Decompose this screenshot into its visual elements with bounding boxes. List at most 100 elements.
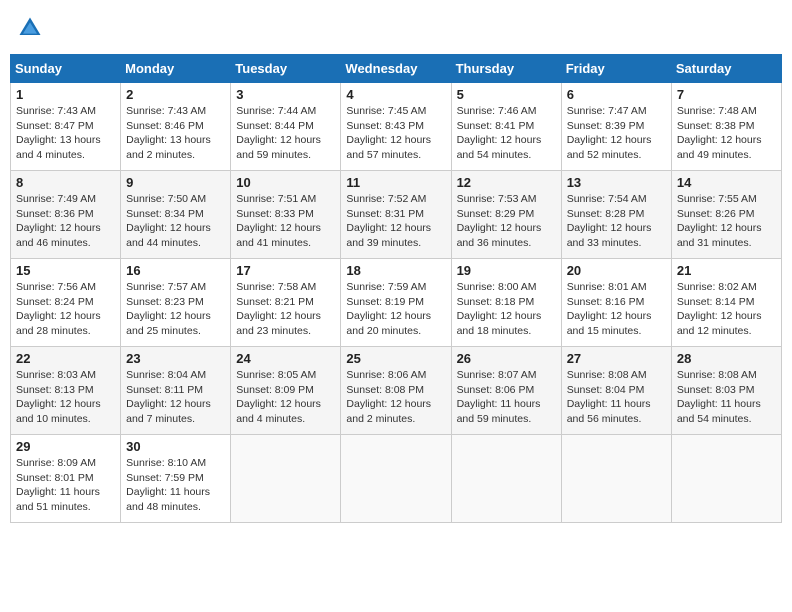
sunset-label: Sunset: 8:33 PM — [236, 208, 314, 220]
sunset-label: Sunset: 8:04 PM — [567, 384, 645, 396]
sunrise-label: Sunrise: 8:00 AM — [457, 281, 537, 293]
daylight-label: Daylight: 12 hours and 52 minutes. — [567, 134, 652, 161]
col-header-sunday: Sunday — [11, 55, 121, 83]
sunset-label: Sunset: 8:18 PM — [457, 296, 535, 308]
col-header-thursday: Thursday — [451, 55, 561, 83]
cell-content: Sunrise: 8:05 AM Sunset: 8:09 PM Dayligh… — [236, 368, 335, 427]
day-cell: 23 Sunrise: 8:04 AM Sunset: 8:11 PM Dayl… — [121, 347, 231, 435]
day-number: 23 — [126, 351, 225, 366]
day-number: 19 — [457, 263, 556, 278]
cell-content: Sunrise: 7:51 AM Sunset: 8:33 PM Dayligh… — [236, 192, 335, 251]
day-cell — [671, 435, 781, 523]
sunrise-label: Sunrise: 8:08 AM — [567, 369, 647, 381]
col-header-monday: Monday — [121, 55, 231, 83]
daylight-label: Daylight: 12 hours and 44 minutes. — [126, 222, 211, 249]
week-row-1: 1 Sunrise: 7:43 AM Sunset: 8:47 PM Dayli… — [11, 83, 782, 171]
cell-content: Sunrise: 7:49 AM Sunset: 8:36 PM Dayligh… — [16, 192, 115, 251]
week-row-2: 8 Sunrise: 7:49 AM Sunset: 8:36 PM Dayli… — [11, 171, 782, 259]
cell-content: Sunrise: 7:46 AM Sunset: 8:41 PM Dayligh… — [457, 104, 556, 163]
cell-content: Sunrise: 7:54 AM Sunset: 8:28 PM Dayligh… — [567, 192, 666, 251]
day-cell: 12 Sunrise: 7:53 AM Sunset: 8:29 PM Dayl… — [451, 171, 561, 259]
daylight-label: Daylight: 13 hours and 2 minutes. — [126, 134, 211, 161]
daylight-label: Daylight: 12 hours and 10 minutes. — [16, 398, 101, 425]
sunrise-label: Sunrise: 7:56 AM — [16, 281, 96, 293]
day-number: 18 — [346, 263, 445, 278]
day-number: 24 — [236, 351, 335, 366]
sunrise-label: Sunrise: 8:09 AM — [16, 457, 96, 469]
day-cell: 3 Sunrise: 7:44 AM Sunset: 8:44 PM Dayli… — [231, 83, 341, 171]
day-number: 25 — [346, 351, 445, 366]
cell-content: Sunrise: 7:43 AM Sunset: 8:46 PM Dayligh… — [126, 104, 225, 163]
sunrise-label: Sunrise: 7:46 AM — [457, 105, 537, 117]
sunset-label: Sunset: 8:43 PM — [346, 120, 424, 132]
day-cell: 21 Sunrise: 8:02 AM Sunset: 8:14 PM Dayl… — [671, 259, 781, 347]
day-cell: 29 Sunrise: 8:09 AM Sunset: 8:01 PM Dayl… — [11, 435, 121, 523]
cell-content: Sunrise: 7:55 AM Sunset: 8:26 PM Dayligh… — [677, 192, 776, 251]
sunset-label: Sunset: 8:24 PM — [16, 296, 94, 308]
daylight-label: Daylight: 12 hours and 49 minutes. — [677, 134, 762, 161]
day-number: 8 — [16, 175, 115, 190]
sunrise-label: Sunrise: 7:43 AM — [126, 105, 206, 117]
sunset-label: Sunset: 8:26 PM — [677, 208, 755, 220]
sunrise-label: Sunrise: 7:49 AM — [16, 193, 96, 205]
day-cell: 15 Sunrise: 7:56 AM Sunset: 8:24 PM Dayl… — [11, 259, 121, 347]
col-header-tuesday: Tuesday — [231, 55, 341, 83]
day-cell: 28 Sunrise: 8:08 AM Sunset: 8:03 PM Dayl… — [671, 347, 781, 435]
day-cell — [451, 435, 561, 523]
cell-content: Sunrise: 8:08 AM Sunset: 8:04 PM Dayligh… — [567, 368, 666, 427]
day-cell: 2 Sunrise: 7:43 AM Sunset: 8:46 PM Dayli… — [121, 83, 231, 171]
daylight-label: Daylight: 11 hours and 48 minutes. — [126, 486, 210, 513]
sunrise-label: Sunrise: 7:44 AM — [236, 105, 316, 117]
logo-icon — [16, 14, 44, 42]
day-cell: 13 Sunrise: 7:54 AM Sunset: 8:28 PM Dayl… — [561, 171, 671, 259]
day-number: 26 — [457, 351, 556, 366]
sunset-label: Sunset: 8:14 PM — [677, 296, 755, 308]
cell-content: Sunrise: 7:48 AM Sunset: 8:38 PM Dayligh… — [677, 104, 776, 163]
day-number: 16 — [126, 263, 225, 278]
day-cell: 10 Sunrise: 7:51 AM Sunset: 8:33 PM Dayl… — [231, 171, 341, 259]
day-cell — [231, 435, 341, 523]
sunrise-label: Sunrise: 8:05 AM — [236, 369, 316, 381]
logo — [16, 14, 48, 42]
cell-content: Sunrise: 7:53 AM Sunset: 8:29 PM Dayligh… — [457, 192, 556, 251]
sunrise-label: Sunrise: 7:55 AM — [677, 193, 757, 205]
day-cell: 25 Sunrise: 8:06 AM Sunset: 8:08 PM Dayl… — [341, 347, 451, 435]
sunset-label: Sunset: 8:23 PM — [126, 296, 204, 308]
sunrise-label: Sunrise: 8:07 AM — [457, 369, 537, 381]
day-cell: 26 Sunrise: 8:07 AM Sunset: 8:06 PM Dayl… — [451, 347, 561, 435]
cell-content: Sunrise: 7:58 AM Sunset: 8:21 PM Dayligh… — [236, 280, 335, 339]
sunrise-label: Sunrise: 8:08 AM — [677, 369, 757, 381]
sunrise-label: Sunrise: 8:01 AM — [567, 281, 647, 293]
daylight-label: Daylight: 12 hours and 12 minutes. — [677, 310, 762, 337]
day-number: 3 — [236, 87, 335, 102]
sunset-label: Sunset: 8:08 PM — [346, 384, 424, 396]
col-header-wednesday: Wednesday — [341, 55, 451, 83]
day-cell: 5 Sunrise: 7:46 AM Sunset: 8:41 PM Dayli… — [451, 83, 561, 171]
sunset-label: Sunset: 8:13 PM — [16, 384, 94, 396]
day-cell: 16 Sunrise: 7:57 AM Sunset: 8:23 PM Dayl… — [121, 259, 231, 347]
cell-content: Sunrise: 7:50 AM Sunset: 8:34 PM Dayligh… — [126, 192, 225, 251]
cell-content: Sunrise: 7:52 AM Sunset: 8:31 PM Dayligh… — [346, 192, 445, 251]
day-number: 20 — [567, 263, 666, 278]
day-number: 4 — [346, 87, 445, 102]
daylight-label: Daylight: 11 hours and 51 minutes. — [16, 486, 100, 513]
cell-content: Sunrise: 8:06 AM Sunset: 8:08 PM Dayligh… — [346, 368, 445, 427]
day-number: 1 — [16, 87, 115, 102]
sunrise-label: Sunrise: 7:47 AM — [567, 105, 647, 117]
day-number: 17 — [236, 263, 335, 278]
daylight-label: Daylight: 12 hours and 7 minutes. — [126, 398, 211, 425]
sunrise-label: Sunrise: 7:45 AM — [346, 105, 426, 117]
daylight-label: Daylight: 12 hours and 36 minutes. — [457, 222, 542, 249]
sunset-label: Sunset: 7:59 PM — [126, 472, 204, 484]
daylight-label: Daylight: 12 hours and 25 minutes. — [126, 310, 211, 337]
daylight-label: Daylight: 11 hours and 54 minutes. — [677, 398, 761, 425]
day-cell — [561, 435, 671, 523]
sunset-label: Sunset: 8:47 PM — [16, 120, 94, 132]
daylight-label: Daylight: 12 hours and 54 minutes. — [457, 134, 542, 161]
day-number: 21 — [677, 263, 776, 278]
day-cell: 4 Sunrise: 7:45 AM Sunset: 8:43 PM Dayli… — [341, 83, 451, 171]
sunset-label: Sunset: 8:09 PM — [236, 384, 314, 396]
cell-content: Sunrise: 7:45 AM Sunset: 8:43 PM Dayligh… — [346, 104, 445, 163]
sunset-label: Sunset: 8:28 PM — [567, 208, 645, 220]
day-number: 9 — [126, 175, 225, 190]
